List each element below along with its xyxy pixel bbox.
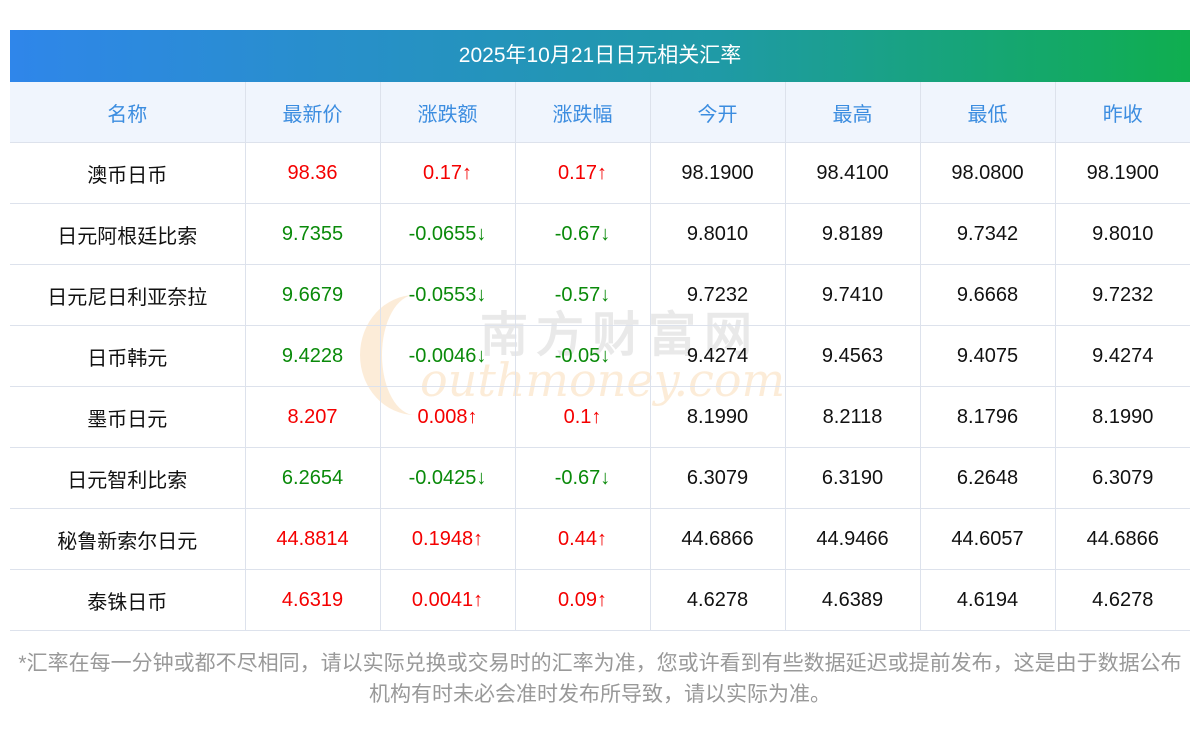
rate-cell: 9.7342 [920,203,1056,265]
rate-cell: 8.1990 [650,386,786,448]
rate-table: 名称 最新价 涨跌额 涨跌幅 今开 最高 最低 昨收 澳币日币 98.36 0.17↑ 0.17↑ 9… [10,82,1190,631]
table-row: 日元阿根廷比索 9.7355 -0.0655↓ -0.67↓ 9.8010 9.8189 9… [10,203,1190,265]
rate-cell: 9.7232 [1055,264,1190,326]
column-header: 涨跌额 [380,82,516,143]
rate-cell: 44.6866 [650,508,786,570]
rate-cell: 9.6679 [245,264,381,326]
rate-cell: -0.0046↓ [380,325,516,387]
rate-cell: 44.9466 [785,508,921,570]
rate-cell: -0.0655↓ [380,203,516,265]
rate-cell: -0.67↓ [515,203,651,265]
rate-cell: 9.4228 [245,325,381,387]
rate-cell: 44.6866 [1055,508,1190,570]
table-row: 泰铢日币 4.6319 0.0041↑ 0.09↑ 4.6278 4.6389 4.6194… [10,569,1190,631]
rate-cell: 44.6057 [920,508,1056,570]
rate-cell: 98.0800 [920,142,1056,204]
rate-cell: 0.17↑ [380,142,516,204]
header-row: 名称 最新价 涨跌额 涨跌幅 今开 最高 最低 昨收 [10,82,1190,143]
rate-cell: 4.6278 [650,569,786,631]
rate-cell: 6.3079 [1055,447,1190,509]
column-header: 最新价 [245,82,381,143]
rate-cell: 9.6668 [920,264,1056,326]
rate-cell: -0.57↓ [515,264,651,326]
rate-cell: 9.8010 [650,203,786,265]
rate-cell: 9.8010 [1055,203,1190,265]
table-row: 日元智利比索 6.2654 -0.0425↓ -0.67↓ 6.3079 6.3190 6.… [10,447,1190,509]
table-row: 日元尼日利亚奈拉 9.6679 -0.0553↓ -0.57↓ 9.7232 9.7410… [10,264,1190,326]
table-row: 墨币日元 8.207 0.008↑ 0.1↑ 8.1990 8.2118 8.1796 8.1… [10,386,1190,448]
rate-cell: 0.09↑ [515,569,651,631]
currency-pair-name: 秘鲁新索尔日元 [10,508,246,570]
currency-pair-name: 泰铢日币 [10,569,246,631]
rate-cell: 0.008↑ [380,386,516,448]
rate-cell: 9.7410 [785,264,921,326]
column-header: 最高 [785,82,921,143]
rate-table-container: 2025年10月21日日元相关汇率 名称 最新价 涨跌额 涨跌幅 今开 最高 最低 昨收 澳币… [10,30,1190,631]
rate-cell: -0.0425↓ [380,447,516,509]
rate-cell: -0.67↓ [515,447,651,509]
table-row: 日币韩元 9.4228 -0.0046↓ -0.05↓ 9.4274 9.4563 9.40… [10,325,1190,387]
rate-cell: 0.1↑ [515,386,651,448]
column-header: 名称 [10,82,246,143]
currency-pair-name: 日元尼日利亚奈拉 [10,264,246,326]
rate-cell: 98.36 [245,142,381,204]
rate-cell: 4.6389 [785,569,921,631]
rate-cell: 44.8814 [245,508,381,570]
rate-cell: 0.44↑ [515,508,651,570]
rate-cell: 9.4563 [785,325,921,387]
rate-cell: 9.4274 [650,325,786,387]
currency-pair-name: 澳币日币 [10,142,246,204]
currency-pair-name: 日币韩元 [10,325,246,387]
rate-cell: 98.1900 [650,142,786,204]
column-header: 今开 [650,82,786,143]
rate-cell: 9.7355 [245,203,381,265]
rate-cell: 0.17↑ [515,142,651,204]
rate-cell: 98.4100 [785,142,921,204]
rate-cell: 6.3079 [650,447,786,509]
column-header: 昨收 [1055,82,1190,143]
disclaimer-note: *汇率在每一分钟或都不尽相同，请以实际兑换或交易时的汇率为准，您或许看到有些数据… [18,652,1182,706]
rate-cell: -0.05↓ [515,325,651,387]
column-header: 涨跌幅 [515,82,651,143]
rate-cell: 8.1990 [1055,386,1190,448]
rate-cell: 8.207 [245,386,381,448]
rate-cell: -0.0553↓ [380,264,516,326]
rate-cell: 0.1948↑ [380,508,516,570]
rate-cell: 6.2654 [245,447,381,509]
rate-cell: 9.4274 [1055,325,1190,387]
currency-pair-name: 日元阿根廷比索 [10,203,246,265]
rate-cell: 6.2648 [920,447,1056,509]
rate-cell: 0.0041↑ [380,569,516,631]
rate-cell: 98.1900 [1055,142,1190,204]
currency-pair-name: 日元智利比索 [10,447,246,509]
rate-cell: 6.3190 [785,447,921,509]
rate-cell: 9.7232 [650,264,786,326]
table-row: 秘鲁新索尔日元 44.8814 0.1948↑ 0.44↑ 44.6866 44.9466… [10,508,1190,570]
table-title: 2025年10月21日日元相关汇率 [10,30,1190,82]
rate-cell: 9.8189 [785,203,921,265]
rate-cell: 4.6278 [1055,569,1190,631]
rate-cell: 8.2118 [785,386,921,448]
rate-cell: 8.1796 [920,386,1056,448]
column-header: 最低 [920,82,1056,143]
currency-pair-name: 墨币日元 [10,386,246,448]
table-row: 澳币日币 98.36 0.17↑ 0.17↑ 98.1900 98.4100 98.0800… [10,142,1190,204]
rate-cell: 4.6319 [245,569,381,631]
rate-cell: 4.6194 [920,569,1056,631]
rate-cell: 9.4075 [920,325,1056,387]
